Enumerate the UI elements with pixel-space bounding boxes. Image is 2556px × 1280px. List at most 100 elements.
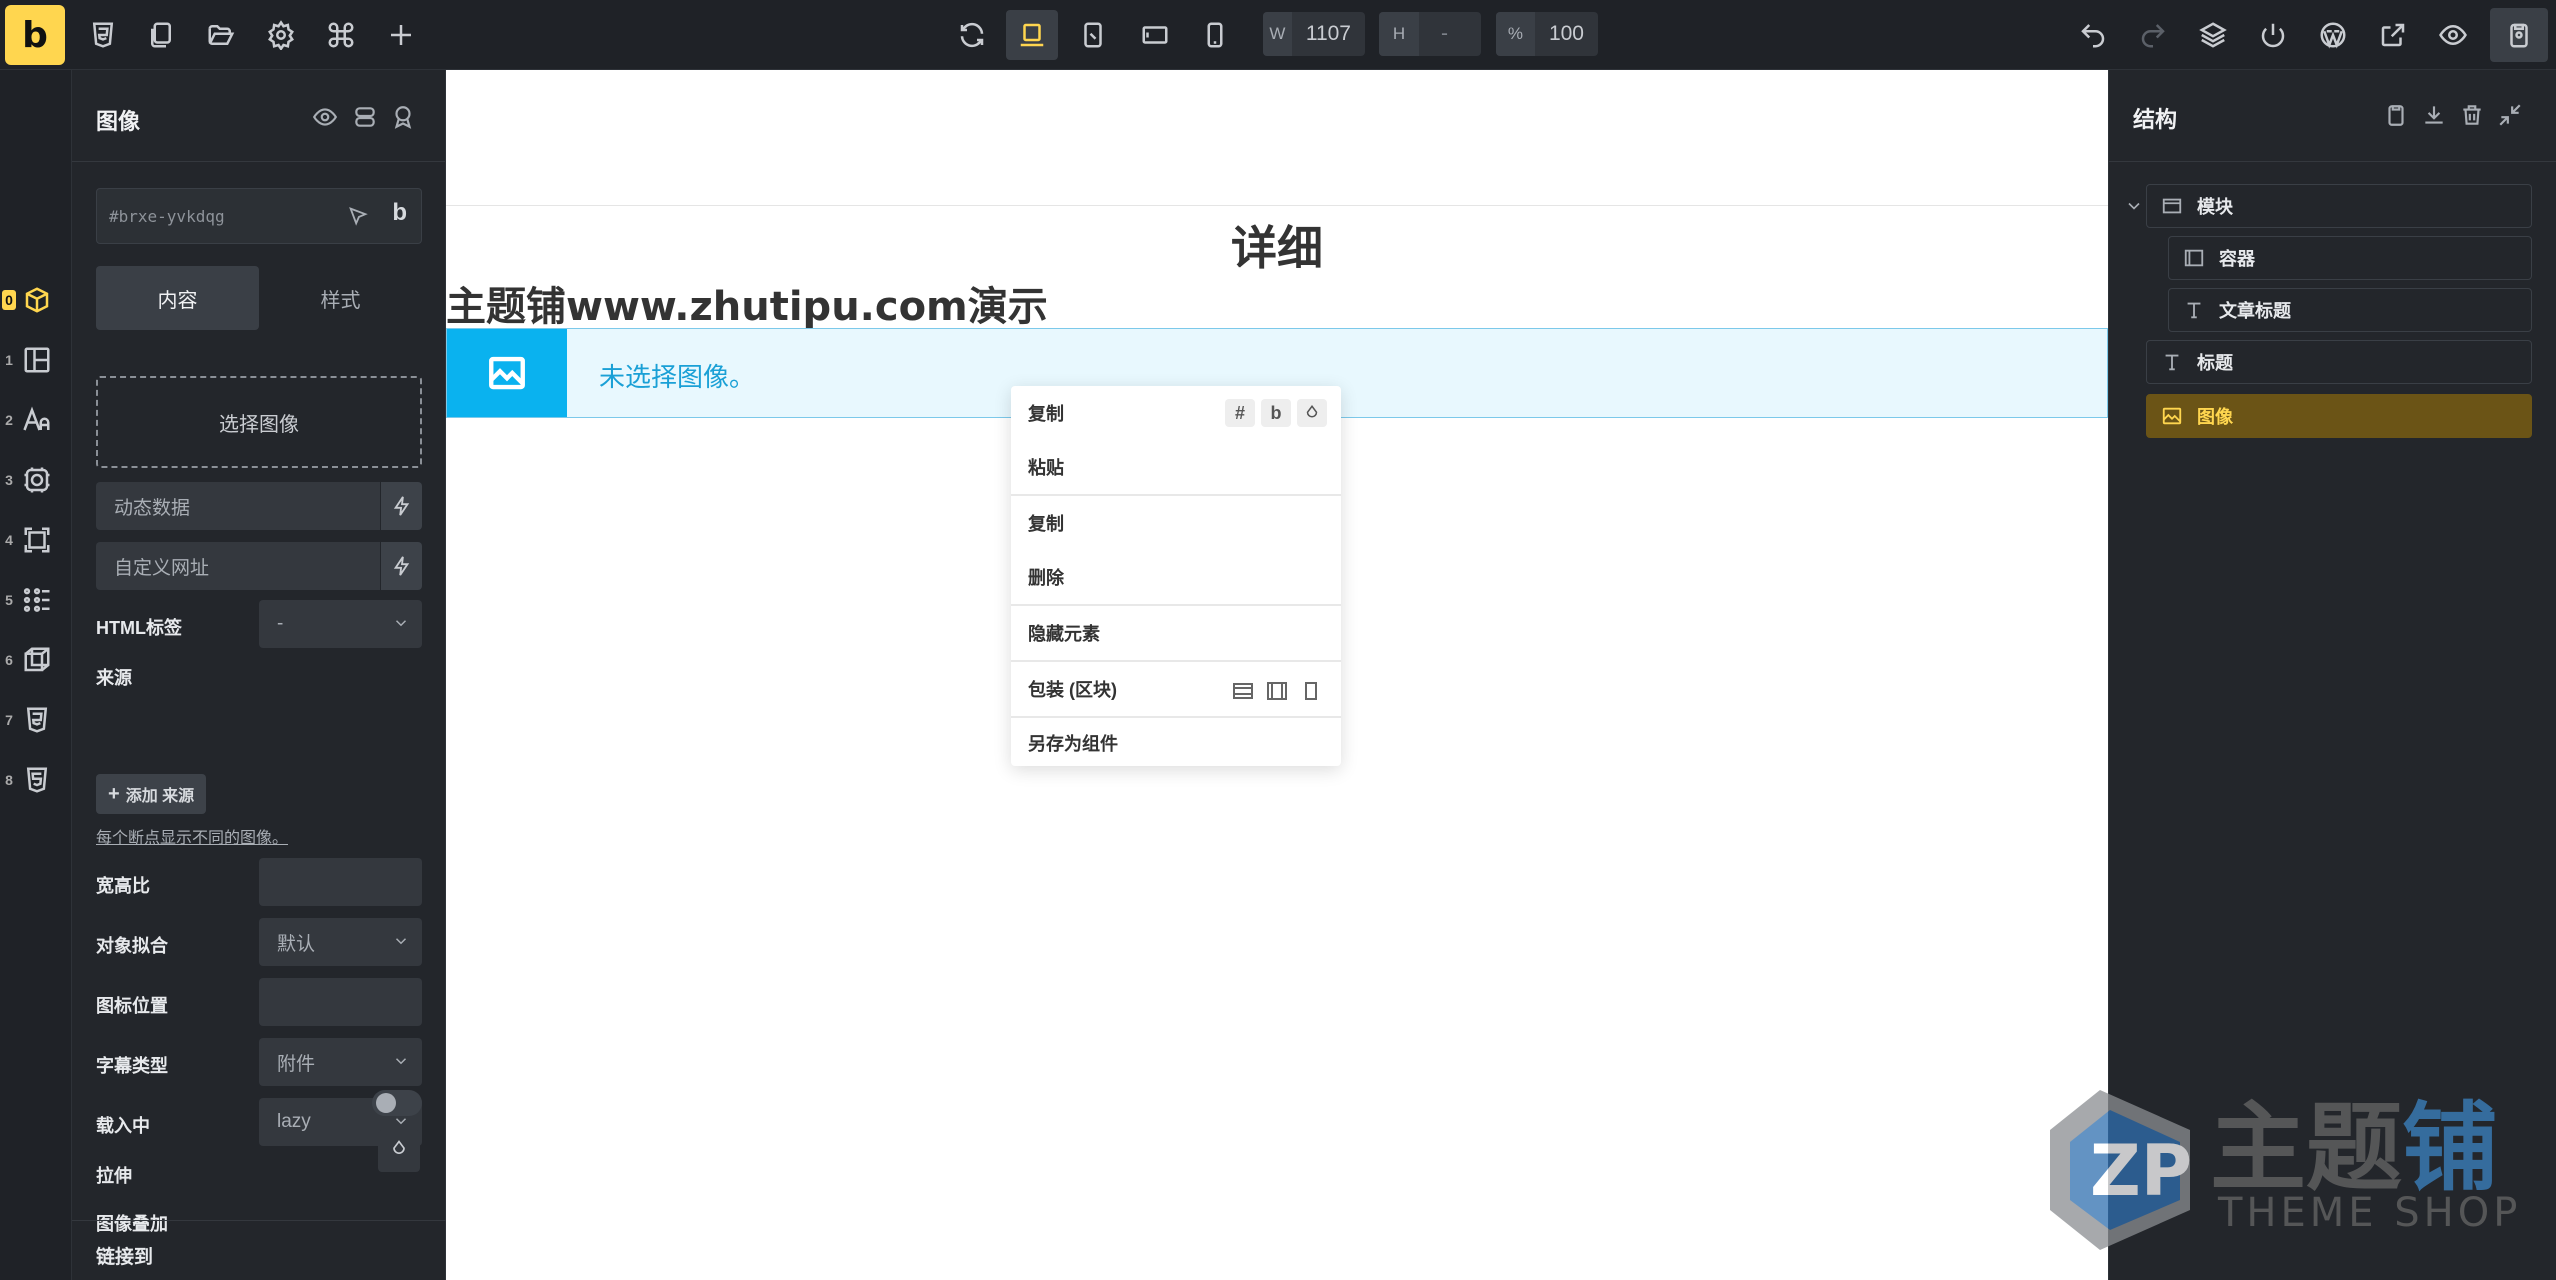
rail-item-6[interactable]: 6 [0, 640, 72, 680]
gear-frame-icon [22, 465, 52, 495]
loading-value: lazy [277, 1111, 311, 1132]
section-icon[interactable] [1231, 679, 1255, 708]
droplet-icon[interactable] [1297, 399, 1327, 427]
html-tag-label: HTML标签 [96, 618, 182, 638]
tree-item-container[interactable]: 容器 [2168, 236, 2532, 280]
copy-bricks-button[interactable]: b [1261, 399, 1291, 427]
panel-header: 图像 [72, 70, 445, 162]
caption-type-select[interactable]: 附件 [259, 1038, 422, 1086]
trash-icon[interactable] [2459, 102, 2485, 128]
zoom-field[interactable]: % 100 [1496, 12, 1598, 56]
rail-item-1[interactable]: 1 [0, 340, 72, 380]
add-icon[interactable] [382, 16, 420, 54]
source-hint-link[interactable]: 每个断点显示不同的图像。 [96, 824, 288, 848]
custom-url-input[interactable]: 自定义网址 [96, 542, 380, 590]
tab-content[interactable]: 内容 [96, 266, 259, 330]
panel-title: 图像 [96, 109, 141, 134]
command-icon[interactable] [322, 16, 360, 54]
external-link-icon[interactable] [2374, 16, 2412, 54]
rail-item-4[interactable]: 4 [0, 520, 72, 560]
dynamic-data-field[interactable]: 动态数据 [96, 482, 422, 530]
bricks-b-icon[interactable]: b [392, 199, 407, 227]
stretch-toggle[interactable] [372, 1090, 422, 1116]
aspect-ratio-input[interactable] [259, 858, 422, 906]
eye-icon[interactable] [312, 104, 338, 130]
chevron-down-icon[interactable] [2124, 196, 2144, 216]
bolt-icon[interactable] [380, 542, 422, 590]
download-icon[interactable] [2421, 102, 2447, 128]
database-icon[interactable] [352, 104, 378, 130]
folder-open-icon[interactable] [202, 16, 240, 54]
custom-url-field[interactable]: 自定义网址 [96, 542, 422, 590]
bricks-logo[interactable]: b [5, 5, 65, 65]
tree-item-label: 标题 [2197, 353, 2233, 373]
menu-item-save-component[interactable]: 另存为组件 [1011, 716, 1341, 770]
html-tag-select[interactable]: - [259, 600, 422, 648]
tree-item-heading[interactable]: 标题 [2146, 340, 2532, 384]
desktop-breakpoint-icon[interactable] [1006, 10, 1058, 60]
rail-num: 6 [5, 652, 13, 668]
dynamic-data-input[interactable]: 动态数据 [96, 482, 380, 530]
save-clipboard-icon[interactable] [2490, 8, 2548, 62]
rail-item-7[interactable]: 7 [0, 700, 72, 740]
menu-item-copy[interactable]: 复制 # b [1011, 386, 1341, 440]
clipboard-icon[interactable] [2383, 102, 2409, 128]
rail-item-5[interactable]: 5 [0, 580, 72, 620]
width-field[interactable]: W 1107 [1263, 12, 1365, 56]
collapse-icon[interactable] [2497, 102, 2523, 128]
menu-item-paste[interactable]: 粘贴 [1011, 440, 1341, 494]
tab-style[interactable]: 样式 [259, 266, 422, 330]
tablet-icon[interactable] [1136, 16, 1174, 54]
image-icon [2162, 407, 2182, 425]
rail-item-2[interactable]: 2 [0, 400, 72, 440]
add-source-label: 添加 来源 [125, 788, 195, 805]
article-title[interactable]: 主题铺www.zhutipu.com演示 [446, 274, 1048, 332]
menu-item-hide[interactable]: 隐藏元素 [1011, 606, 1341, 660]
css3-icon[interactable] [84, 16, 122, 54]
rail-num: 5 [5, 592, 13, 608]
text-icon [2165, 354, 2179, 371]
heading-detail[interactable]: 详细 [446, 212, 2108, 278]
layers-icon[interactable] [2194, 16, 2232, 54]
preview-eye-icon[interactable] [2434, 16, 2472, 54]
rail-item-8[interactable]: 8 [0, 760, 72, 800]
power-icon[interactable] [2254, 16, 2292, 54]
object-fit-select[interactable]: 默认 [259, 918, 422, 966]
tablet-landscape-icon[interactable] [1074, 16, 1112, 54]
rail-num: 8 [5, 772, 13, 788]
undo-icon[interactable] [2074, 16, 2112, 54]
tree-item-post-title[interactable]: 文章标题 [2168, 288, 2532, 332]
add-source-button[interactable]: + 添加 来源 [96, 774, 207, 814]
choose-image-button[interactable]: 选择图像 [96, 376, 422, 468]
tree-item-image[interactable]: 图像 [2146, 394, 2532, 438]
overlay-color-button[interactable] [378, 1130, 420, 1172]
copy-id-button[interactable]: # [1225, 399, 1255, 427]
menu-item-duplicate[interactable]: 复制 [1011, 496, 1341, 550]
refresh-icon[interactable] [953, 16, 991, 54]
cursor-icon[interactable] [347, 205, 369, 227]
pages-icon[interactable] [142, 16, 180, 54]
element-id-field[interactable]: #brxe-yvkdqg b [96, 188, 422, 244]
rail-item-3[interactable]: 3 [0, 460, 72, 500]
bolt-icon[interactable] [380, 482, 422, 530]
html5-icon [22, 765, 52, 795]
object-fit-label: 对象拟合 [96, 936, 168, 956]
header-divider [446, 205, 2108, 206]
link-to-label[interactable]: 链接到 [96, 1242, 153, 1269]
height-field[interactable]: H - [1379, 12, 1481, 56]
redo-icon[interactable] [2134, 16, 2172, 54]
container-icon[interactable] [1265, 679, 1289, 708]
chevron-down-icon [392, 932, 410, 950]
overlay-label: 图像叠加 [96, 1214, 168, 1234]
css3-icon [22, 705, 52, 735]
menu-item-delete[interactable]: 删除 [1011, 550, 1341, 604]
menu-item-wrap[interactable]: 包装 (区块) [1011, 662, 1341, 716]
mobile-icon[interactable] [1196, 16, 1234, 54]
wordpress-icon[interactable] [2314, 16, 2352, 54]
badge-icon[interactable] [390, 104, 416, 130]
rail-item-0[interactable]: 0 [0, 280, 72, 320]
settings-icon[interactable] [262, 16, 300, 54]
tree-item-section[interactable]: 模块 [2146, 184, 2532, 228]
block-icon[interactable] [1299, 679, 1323, 708]
icon-position-input[interactable] [259, 978, 422, 1026]
